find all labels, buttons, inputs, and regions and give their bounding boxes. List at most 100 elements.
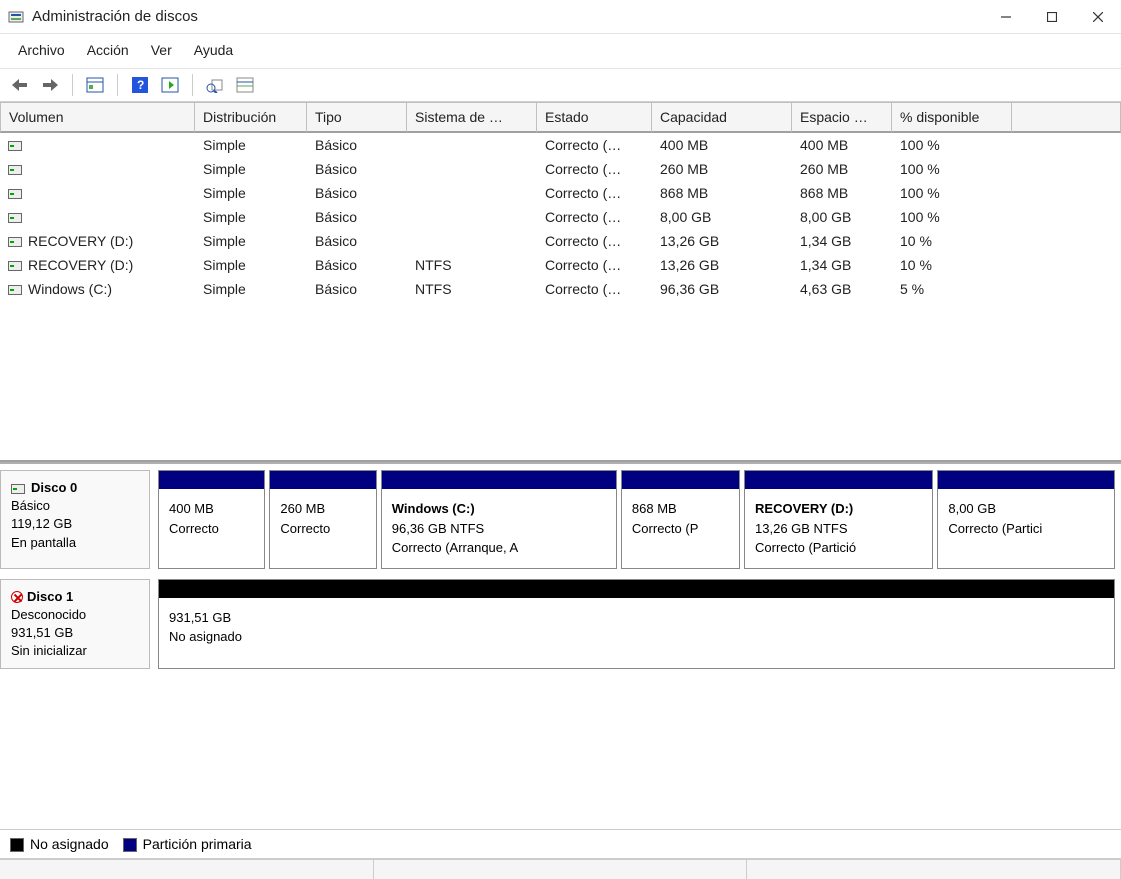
partition-detail: 400 MB xyxy=(169,499,254,519)
col-state[interactable]: Estado xyxy=(537,102,652,133)
col-layout[interactable]: Distribución xyxy=(195,102,307,133)
col-volume[interactable]: Volumen xyxy=(0,102,195,133)
app-icon xyxy=(8,9,24,25)
volume-row[interactable]: Windows (C:)SimpleBásicoNTFSCorrecto (…9… xyxy=(0,277,1121,301)
volume-capacity: 8,00 GB xyxy=(652,207,792,227)
volume-state: Correcto (… xyxy=(537,279,652,299)
volume-name: Windows (C:) xyxy=(28,281,112,297)
volume-state: Correcto (… xyxy=(537,207,652,227)
col-capacity[interactable]: Capacidad xyxy=(652,102,792,133)
properties-button[interactable] xyxy=(81,73,109,97)
back-button[interactable] xyxy=(6,73,34,97)
col-spacer xyxy=(1012,102,1121,133)
partition[interactable]: 931,51 GBNo asignado xyxy=(158,579,1115,670)
col-pct[interactable]: % disponible xyxy=(892,102,1012,133)
volume-row[interactable]: SimpleBásicoCorrecto (…260 MB260 MB100 % xyxy=(0,157,1121,181)
volume-capacity: 868 MB xyxy=(652,183,792,203)
volume-row[interactable]: SimpleBásicoCorrecto (…400 MB400 MB100 % xyxy=(0,133,1121,157)
volume-row[interactable]: RECOVERY (D:)SimpleBásicoCorrecto (…13,2… xyxy=(0,229,1121,253)
partition-detail: 260 MB xyxy=(280,499,365,519)
partition-detail: 868 MB xyxy=(632,499,729,519)
volume-type: Básico xyxy=(307,135,407,155)
volume-state: Correcto (… xyxy=(537,255,652,275)
partition-stripe xyxy=(938,471,1114,489)
volume-type: Básico xyxy=(307,207,407,227)
volume-columns-header: Volumen Distribución Tipo Sistema de … E… xyxy=(0,102,1121,133)
disk-status: Sin inicializar xyxy=(11,642,139,660)
volume-row[interactable]: SimpleBásicoCorrecto (…8,00 GB8,00 GB100… xyxy=(0,205,1121,229)
refresh-button[interactable] xyxy=(156,73,184,97)
swatch-primary-icon xyxy=(123,838,137,852)
partition-status: Correcto (Arranque, A xyxy=(392,538,606,558)
disk-type: Básico xyxy=(11,497,139,515)
volume-icon xyxy=(8,261,22,271)
menu-action[interactable]: Acción xyxy=(77,38,139,62)
volume-state: Correcto (… xyxy=(537,231,652,251)
partition-status: Correcto xyxy=(280,519,365,539)
swatch-unallocated-icon xyxy=(10,838,24,852)
partition-status: Correcto (Partició xyxy=(755,538,922,558)
col-filesystem[interactable]: Sistema de … xyxy=(407,102,537,133)
disk-row: Disco 0Básico119,12 GBEn pantalla400 MBC… xyxy=(0,470,1115,569)
volume-row[interactable]: SimpleBásicoCorrecto (…868 MB868 MB100 % xyxy=(0,181,1121,205)
col-type[interactable]: Tipo xyxy=(307,102,407,133)
partition-stripe xyxy=(270,471,375,489)
disk-row: Disco 1Desconocido 931,51 GB Sin inicializ… xyxy=(0,579,1115,670)
menu-help[interactable]: Ayuda xyxy=(184,38,243,62)
close-button[interactable] xyxy=(1075,0,1121,34)
disk-title: Disco 1 xyxy=(11,588,139,606)
menu-file[interactable]: Archivo xyxy=(8,38,75,62)
partition-name: Windows (C:) xyxy=(392,499,606,519)
menu-view[interactable]: Ver xyxy=(141,38,182,62)
partition-stripe xyxy=(745,471,932,489)
partition-detail: 931,51 GB xyxy=(169,608,1104,628)
volume-rows[interactable]: SimpleBásicoCorrecto (…400 MB400 MB100 %… xyxy=(0,133,1121,460)
partition-detail: 96,36 GB NTFS xyxy=(392,519,606,539)
partition[interactable]: Windows (C:)96,36 GB NTFSCorrecto (Arran… xyxy=(381,470,617,569)
volume-row[interactable]: RECOVERY (D:)SimpleBásicoNTFSCorrecto (…… xyxy=(0,253,1121,277)
help-button[interactable]: ? xyxy=(126,73,154,97)
minimize-button[interactable] xyxy=(983,0,1029,34)
volume-type: Básico xyxy=(307,159,407,179)
volume-free: 868 MB xyxy=(792,183,892,203)
list-view-button[interactable] xyxy=(231,73,259,97)
partition[interactable]: 400 MBCorrecto xyxy=(158,470,265,569)
volume-fs xyxy=(407,231,537,251)
maximize-button[interactable] xyxy=(1029,0,1075,34)
disk-map-pane: Disco 0Básico119,12 GBEn pantalla400 MBC… xyxy=(0,462,1121,829)
volume-state: Correcto (… xyxy=(537,183,652,203)
volume-fs xyxy=(407,135,537,155)
volume-fs xyxy=(407,159,537,179)
legend-unallocated: No asignado xyxy=(10,836,109,852)
volume-icon xyxy=(8,237,22,247)
disk-map-scroll[interactable]: Disco 0Básico119,12 GBEn pantalla400 MBC… xyxy=(0,464,1121,829)
forward-button[interactable] xyxy=(36,73,64,97)
volume-layout: Simple xyxy=(195,135,307,155)
disk-type: Desconocido xyxy=(11,606,139,624)
volume-icon xyxy=(8,285,22,295)
disk-status: En pantalla xyxy=(11,534,139,552)
disk-info[interactable]: Disco 1Desconocido931,51 GBSin inicializ… xyxy=(0,579,150,670)
volume-pct: 10 % xyxy=(892,255,1012,275)
settings-button[interactable] xyxy=(201,73,229,97)
col-free[interactable]: Espacio … xyxy=(792,102,892,133)
volume-layout: Simple xyxy=(195,159,307,179)
volume-free: 260 MB xyxy=(792,159,892,179)
partition-status: No asignado xyxy=(169,627,1104,647)
partition[interactable]: 8,00 GBCorrecto (Partici xyxy=(937,470,1115,569)
partition-stripe xyxy=(159,580,1114,598)
partition[interactable]: 260 MBCorrecto xyxy=(269,470,376,569)
volume-type: Básico xyxy=(307,183,407,203)
partition-status: Correcto xyxy=(169,519,254,539)
disk-size: 119,12 GB xyxy=(11,515,139,533)
partition-stripe xyxy=(622,471,739,489)
window-title: Administración de discos xyxy=(32,8,983,25)
partition[interactable]: 868 MBCorrecto (P xyxy=(621,470,740,569)
volume-name: RECOVERY (D:) xyxy=(28,257,133,273)
disk-title: Disco 0 xyxy=(11,479,139,497)
legend-primary: Partición primaria xyxy=(123,836,252,852)
disk-info[interactable]: Disco 0Básico119,12 GBEn pantalla xyxy=(0,470,150,569)
volume-layout: Simple xyxy=(195,207,307,227)
volume-layout: Simple xyxy=(195,255,307,275)
partition[interactable]: RECOVERY (D:)13,26 GB NTFSCorrecto (Part… xyxy=(744,470,933,569)
